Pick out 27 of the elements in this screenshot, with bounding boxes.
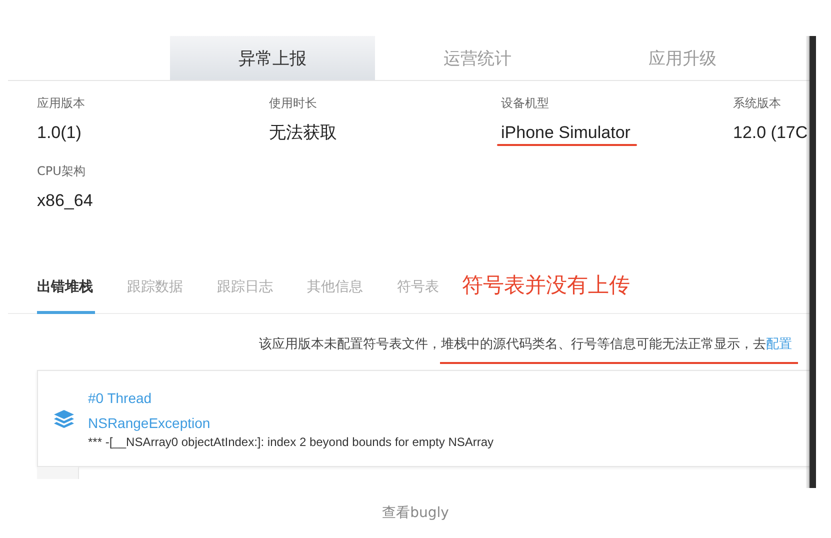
image-caption: 查看bugly: [382, 505, 449, 521]
field-value: 12.0 (17C: [733, 122, 808, 144]
nav-tab[interactable]: 异常上报: [170, 36, 375, 80]
field-label: CPU架构: [37, 163, 86, 179]
layers-icon: [54, 410, 74, 428]
field-label: 系统版本: [733, 95, 781, 111]
configure-link[interactable]: 配置: [766, 337, 792, 352]
field-label: 应用版本: [37, 95, 85, 111]
detail-tab[interactable]: 跟踪数据: [127, 278, 183, 313]
exception-name: NSRangeException: [88, 414, 210, 433]
field-value: 1.0(1): [37, 122, 82, 144]
detail-tab[interactable]: 符号表: [397, 278, 439, 313]
active-tab-indicator: [37, 311, 95, 314]
detail-tab[interactable]: 出错堆栈: [37, 278, 93, 313]
field-label: 设备机型: [501, 95, 549, 111]
field-value: iPhone Simulator: [501, 122, 630, 144]
thread-title: #0 Thread: [88, 389, 152, 408]
detail-tab[interactable]: 跟踪日志: [217, 278, 273, 313]
field-label: 使用时长: [269, 95, 317, 111]
nav-tab[interactable]: 运营统计: [375, 36, 580, 80]
exception-message: *** -[__NSArray0 objectAtIndex:]: index 2 beyond bounds for empty NSArray: [88, 435, 494, 449]
field-value: 无法获取: [269, 122, 337, 144]
notice-text: 该应用版本未配置符号表文件，堆栈中的源代码类名、行号等信息可能无法正常显示，去配置: [259, 336, 792, 354]
nav-tab[interactable]: 应用升级: [580, 36, 785, 80]
annotation-text: 符号表并没有上传: [462, 272, 630, 299]
detail-tab[interactable]: 其他信息: [307, 278, 363, 313]
field-value: x86_64: [37, 190, 93, 212]
